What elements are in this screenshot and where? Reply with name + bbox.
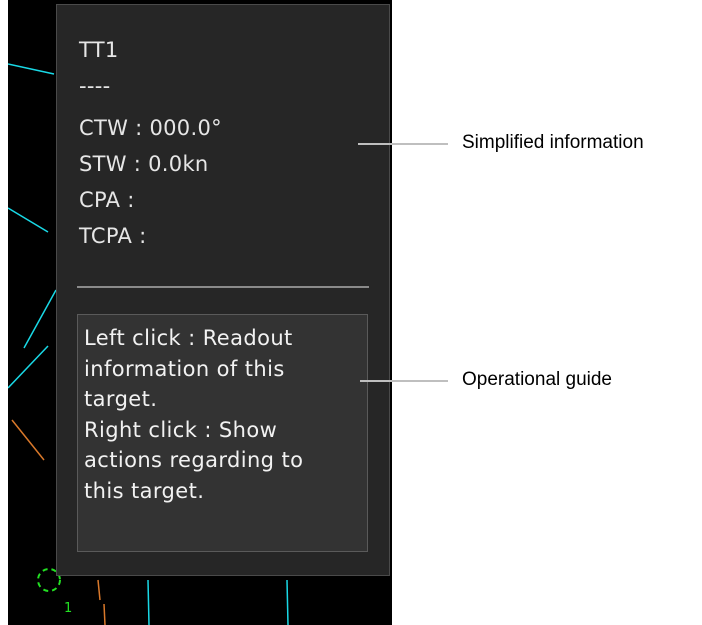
- operational-guide-label: Operational guide: [462, 369, 612, 390]
- guide-line: Right click : Show: [84, 417, 278, 442]
- cyan-line: [286, 579, 289, 625]
- ctw-readout: CTW : 000.0°: [79, 116, 222, 140]
- target-number: 1: [64, 601, 72, 616]
- target-info-popup: TT1 ---- CTW : 000.0° STW : 0.0kn CPA : …: [56, 4, 390, 576]
- guide-line: information of this: [84, 356, 285, 381]
- simplified-leader-line: [358, 143, 448, 145]
- cpa-readout: CPA :: [79, 188, 135, 212]
- guide-line: target.: [84, 387, 158, 411]
- guide-line: Left click : Readout: [84, 326, 293, 350]
- cyan-line: [8, 207, 49, 233]
- tcpa-readout: TCPA :: [79, 224, 147, 248]
- cyan-line: [8, 345, 49, 389]
- guide-line: this target.: [84, 478, 205, 503]
- orange-line: [103, 603, 106, 625]
- screen: 1 TT1 ---- CTW : 000.0° STW : 0.0kn CPA …: [0, 0, 702, 625]
- cyan-line: [8, 63, 55, 75]
- orange-line: [11, 419, 45, 461]
- guide-line: actions regarding to: [84, 448, 304, 472]
- cyan-line: [23, 289, 57, 349]
- cyan-line: [147, 579, 150, 625]
- target-id: TT1: [79, 38, 119, 62]
- divider: [77, 286, 369, 288]
- target-name: ----: [79, 74, 111, 98]
- orange-line: [97, 579, 101, 601]
- simplified-info-label: Simplified information: [462, 132, 644, 153]
- operational-guide-box: Left click : Readout information of this…: [77, 314, 368, 552]
- stw-readout: STW : 0.0kn: [79, 152, 209, 176]
- operational-leader-line: [360, 380, 448, 382]
